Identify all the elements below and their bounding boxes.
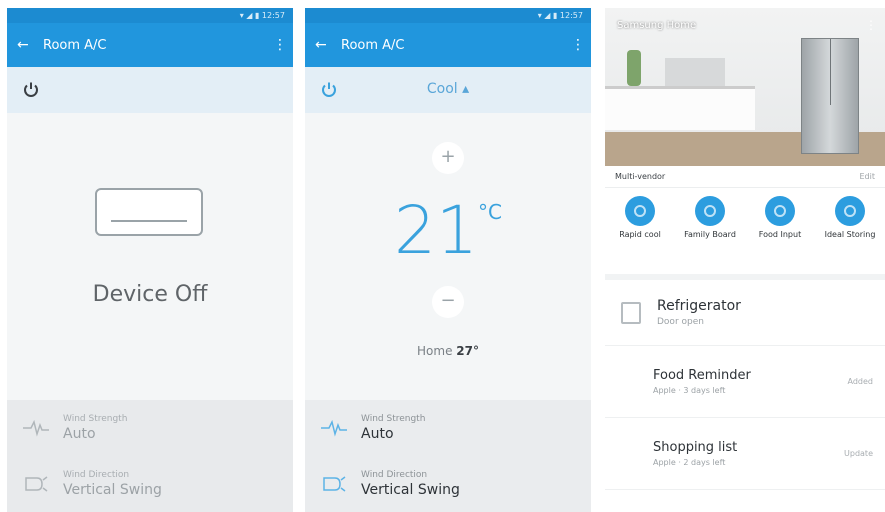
device-state-label: Device Off [92, 282, 208, 307]
temperature-display: 21°C [305, 192, 591, 269]
list-item-title: Food Reminder [653, 368, 751, 383]
storage-icon [835, 196, 865, 226]
mode-label: Cool [426, 81, 458, 97]
setting-label: Wind Strength [361, 414, 426, 424]
wind-icon [19, 416, 53, 440]
home-label: Home [417, 344, 453, 358]
edit-link[interactable]: Edit [860, 172, 876, 181]
swing-icon [317, 472, 351, 496]
page-title: Room A/C [341, 37, 405, 53]
quick-actions: Rapid cool Family Board Food Input Ideal… [605, 188, 885, 280]
setting-wind-strength[interactable]: Wind Strength Auto [7, 400, 293, 456]
ac-unit-icon [95, 188, 203, 236]
setting-value: Auto [63, 426, 96, 442]
fridge-image [801, 38, 859, 154]
increase-temp-button[interactable]: + [432, 142, 464, 174]
home-temperature: Home 27° [305, 344, 591, 358]
more-vert-icon[interactable]: ⋮ [865, 18, 877, 32]
quick-action-label: Food Input [758, 230, 802, 239]
status-bar: ▾ ◢ ▮ 12:57 [7, 8, 293, 23]
quick-action-ideal-storing[interactable]: Ideal Storing [821, 196, 879, 274]
temperature-unit: °C [478, 200, 502, 224]
list-item-food-reminder[interactable]: Food Reminder Apple · 3 days left Added [605, 346, 885, 418]
list-item-subtitle: Apple · 3 days left [653, 386, 726, 395]
setting-label: Wind Direction [361, 470, 428, 480]
device-subtitle: Door open [657, 317, 704, 327]
status-bar: ▾ ◢ ▮ 12:57 [305, 8, 591, 23]
quick-action-label: Family Board [684, 230, 736, 239]
list-item-shopping-list[interactable]: Shopping list Apple · 2 days left Update [605, 418, 885, 490]
subbar-left: Multi-vendor [615, 172, 666, 181]
swing-icon [19, 472, 53, 496]
setting-wind-strength[interactable]: Wind Strength Auto [305, 400, 591, 456]
arrow-left-icon[interactable]: ← [315, 37, 335, 53]
quick-action-label: Rapid cool [619, 230, 661, 239]
device-title: Refrigerator [657, 298, 741, 314]
list-item-action[interactable]: Update [844, 449, 873, 458]
list-item-title: Shopping list [653, 440, 738, 455]
ac-on-screen: ▾ ◢ ▮ 12:57 ← Room A/C ⋮ Cool ▴ + 21°C −… [305, 8, 591, 512]
quick-action-family-board[interactable]: Family Board [681, 196, 739, 274]
power-bar [7, 67, 293, 113]
snowflake-icon [625, 196, 655, 226]
power-bar: Cool ▴ [305, 67, 591, 113]
kitchen-counter [605, 86, 755, 130]
setting-wind-direction[interactable]: Wind Direction Vertical Swing [305, 456, 591, 512]
ac-off-screen: ▾ ◢ ▮ 12:57 ← Room A/C ⋮ Device Off Wind… [7, 8, 293, 512]
quick-action-food-input[interactable]: Food Input [751, 196, 809, 274]
more-vert-icon[interactable]: ⋮ [273, 37, 287, 53]
setting-value: Auto [361, 426, 394, 442]
kitchen-cabinet [665, 58, 725, 86]
refrigerator-screen: Samsung Home ⋮ Multi-vendor Edit Rapid c… [605, 8, 885, 512]
app-bar: ← Room A/C ⋮ [7, 23, 293, 67]
quick-action-label: Ideal Storing [824, 230, 876, 239]
caret-up-icon: ▴ [462, 81, 470, 97]
temperature-value: 21 [394, 192, 478, 269]
home-temp-value: 27° [456, 344, 479, 358]
settings-panel: Wind Strength Auto Wind Direction Vertic… [7, 400, 293, 512]
food-icon [765, 196, 795, 226]
arrow-left-icon[interactable]: ← [17, 37, 37, 53]
mode-selector[interactable]: Cool ▴ [305, 81, 591, 97]
hero-title: Samsung Home [617, 20, 697, 31]
settings-panel: Wind Strength Auto Wind Direction Vertic… [305, 400, 591, 512]
list-item-action[interactable]: Added [848, 377, 874, 386]
device-card-refrigerator[interactable]: Refrigerator Door open [605, 280, 885, 346]
refrigerator-icon [621, 301, 641, 324]
decrease-temp-button[interactable]: − [432, 286, 464, 318]
setting-value: Vertical Swing [361, 482, 460, 498]
list-item-subtitle: Apple · 2 days left [653, 458, 726, 467]
board-icon [695, 196, 725, 226]
setting-label: Wind Strength [63, 414, 128, 424]
wind-icon [317, 416, 351, 440]
power-icon[interactable] [19, 78, 43, 102]
sub-bar: Multi-vendor Edit [605, 166, 885, 188]
more-vert-icon[interactable]: ⋮ [571, 37, 585, 53]
hero-image: Samsung Home ⋮ [605, 8, 885, 166]
kitchen-plant [627, 50, 641, 86]
setting-wind-direction[interactable]: Wind Direction Vertical Swing [7, 456, 293, 512]
page-title: Room A/C [43, 37, 107, 53]
setting-value: Vertical Swing [63, 482, 162, 498]
quick-action-rapid-cool[interactable]: Rapid cool [611, 196, 669, 274]
setting-label: Wind Direction [63, 470, 130, 480]
app-bar: ← Room A/C ⋮ [305, 23, 591, 67]
